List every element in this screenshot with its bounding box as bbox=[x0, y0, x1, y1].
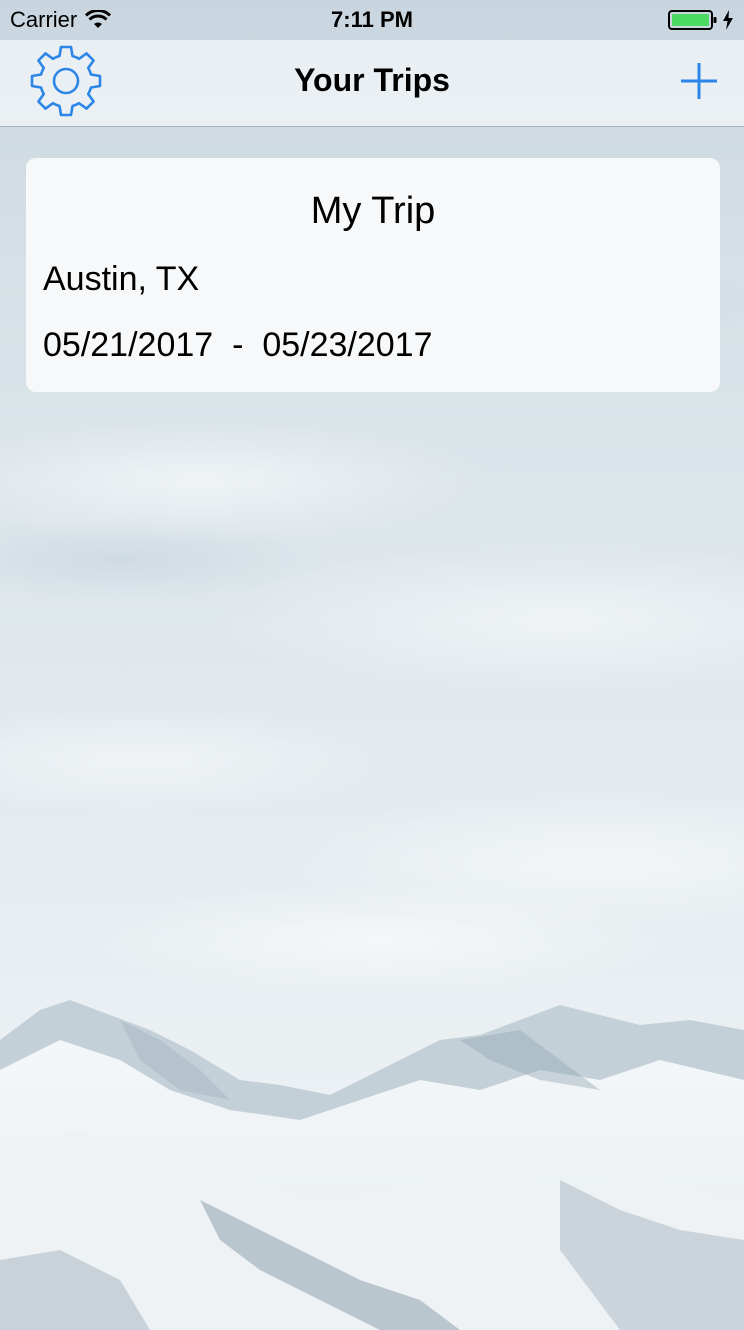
status-bar: Carrier 7:11 PM bbox=[0, 0, 744, 40]
trip-dates: 05/21/2017 - 05/23/2017 bbox=[43, 326, 432, 365]
mountain-background bbox=[0, 1000, 744, 1330]
trip-name: My Trip bbox=[310, 190, 436, 232]
add-trip-button[interactable] bbox=[676, 58, 722, 104]
screen: Carrier 7:11 PM Your Trips My Trip Austi… bbox=[0, 0, 744, 1330]
trip-location: Austin, TX bbox=[43, 260, 200, 298]
trip-date-separator: - bbox=[232, 326, 244, 364]
trip-end-date: 05/23/2017 bbox=[262, 326, 433, 364]
page-title: Your Trips bbox=[294, 62, 450, 98]
status-time: 7:11 PM bbox=[331, 7, 413, 32]
plus-icon bbox=[681, 63, 717, 99]
trip-start-date: 05/21/2017 bbox=[43, 326, 214, 364]
trip-card[interactable]: My Trip Austin, TX 05/21/2017 - 05/23/20… bbox=[26, 158, 720, 392]
navigation-bar: Your Trips bbox=[0, 40, 744, 127]
